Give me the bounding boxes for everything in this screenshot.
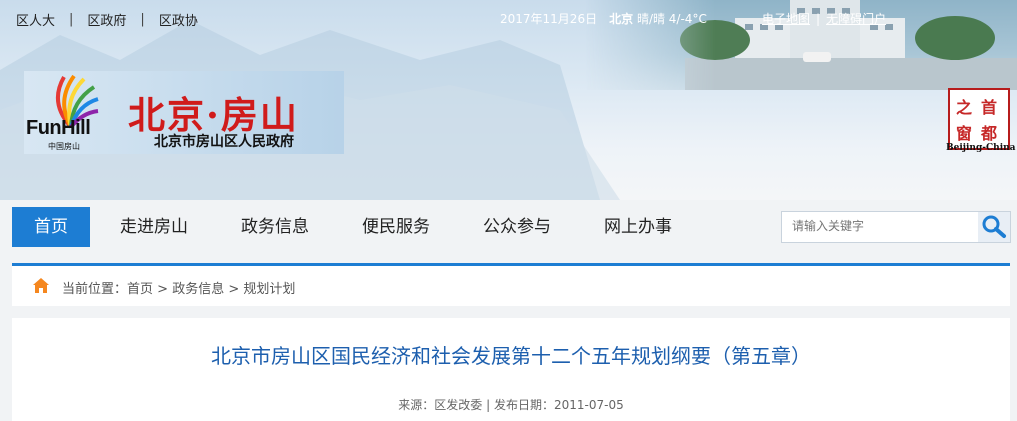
top-links: 区人大 | 区政府 | 区政协 (16, 10, 198, 29)
capital-window-seal[interactable]: 首 都 之 窗 (948, 88, 1010, 150)
link-electronic-map[interactable]: 电子地图 (762, 10, 810, 27)
nav-online-services[interactable]: 网上办事 (588, 207, 688, 247)
breadcrumb: 当前位置：首页 > 政务信息 > 规划计划 (12, 266, 1010, 306)
link-district-cppcc[interactable]: 区政协 (159, 10, 198, 29)
weather-condition: 晴/晴 4/-4°C (636, 12, 707, 26)
utility-links: 电子地图 | 无障碍门户 (762, 10, 886, 27)
seal-char: 窗 (956, 124, 973, 143)
breadcrumb-government-info[interactable]: 政务信息 (172, 282, 224, 297)
breadcrumb-prefix: 当前位置： (62, 282, 128, 297)
seal-char: 之 (956, 98, 973, 117)
link-district-government[interactable]: 区政府 (87, 10, 126, 29)
seal-caption: Beijing-China (946, 143, 1016, 153)
nav-government-info[interactable]: 政务信息 (225, 207, 325, 247)
divider: | (816, 11, 821, 26)
home-icon (33, 278, 49, 293)
weather-city: 北京 (609, 12, 634, 26)
header-banner: 区人大 | 区政府 | 区政协 2017年11月26日 北京 晴/晴 4/-4°… (0, 0, 1017, 200)
nav-public-participation[interactable]: 公众参与 (467, 207, 567, 247)
site-subtitle: 北京市房山区人民政府 (154, 134, 294, 150)
search-input[interactable] (782, 212, 972, 240)
link-district-congress[interactable]: 区人大 (16, 10, 55, 29)
article-source: 区发改委 (434, 398, 483, 412)
divider: | (140, 12, 145, 27)
article-content: 北京市房山区国民经济和社会发展第十二个五年规划纲要（第五章） 来源：区发改委 |… (12, 318, 1010, 421)
link-accessibility[interactable]: 无障碍门户 (826, 10, 886, 27)
site-search (781, 211, 1011, 243)
brand-chinese-small: 中国房山 (48, 142, 80, 151)
site-logo[interactable]: FunHill 中国房山 北京·房山 北京市房山区人民政府 (24, 71, 344, 154)
source-label: 来源： (398, 398, 435, 412)
breadcrumb-planning[interactable]: 规划计划 (243, 282, 295, 297)
divider: | (69, 12, 74, 27)
breadcrumb-home[interactable]: 首页 (127, 282, 153, 297)
seal-char: 首 (981, 98, 998, 117)
nav-public-services[interactable]: 便民服务 (346, 207, 446, 247)
search-button[interactable] (978, 212, 1010, 242)
nav-enter-fangshan[interactable]: 走进房山 (105, 207, 203, 247)
current-date: 2017年11月26日 (500, 12, 598, 26)
brand-english: FunHill (26, 117, 91, 139)
weather-info: 2017年11月26日 北京 晴/晴 4/-4°C (500, 10, 707, 27)
meta-divider: | (482, 398, 494, 412)
nav-home[interactable]: 首页 (12, 207, 90, 247)
search-icon (982, 215, 1006, 238)
article-title: 北京市房山区国民经济和社会发展第十二个五年规划纲要（第五章） (211, 344, 811, 368)
article-meta: 来源：区发改委 | 发布日期：2011-07-05 (12, 396, 1010, 413)
breadcrumb-separator: > (224, 282, 244, 297)
seal-char: 都 (981, 124, 998, 143)
date-label: 发布日期： (493, 398, 554, 412)
publish-date: 2011-07-05 (553, 398, 624, 412)
breadcrumb-separator: > (153, 282, 173, 297)
